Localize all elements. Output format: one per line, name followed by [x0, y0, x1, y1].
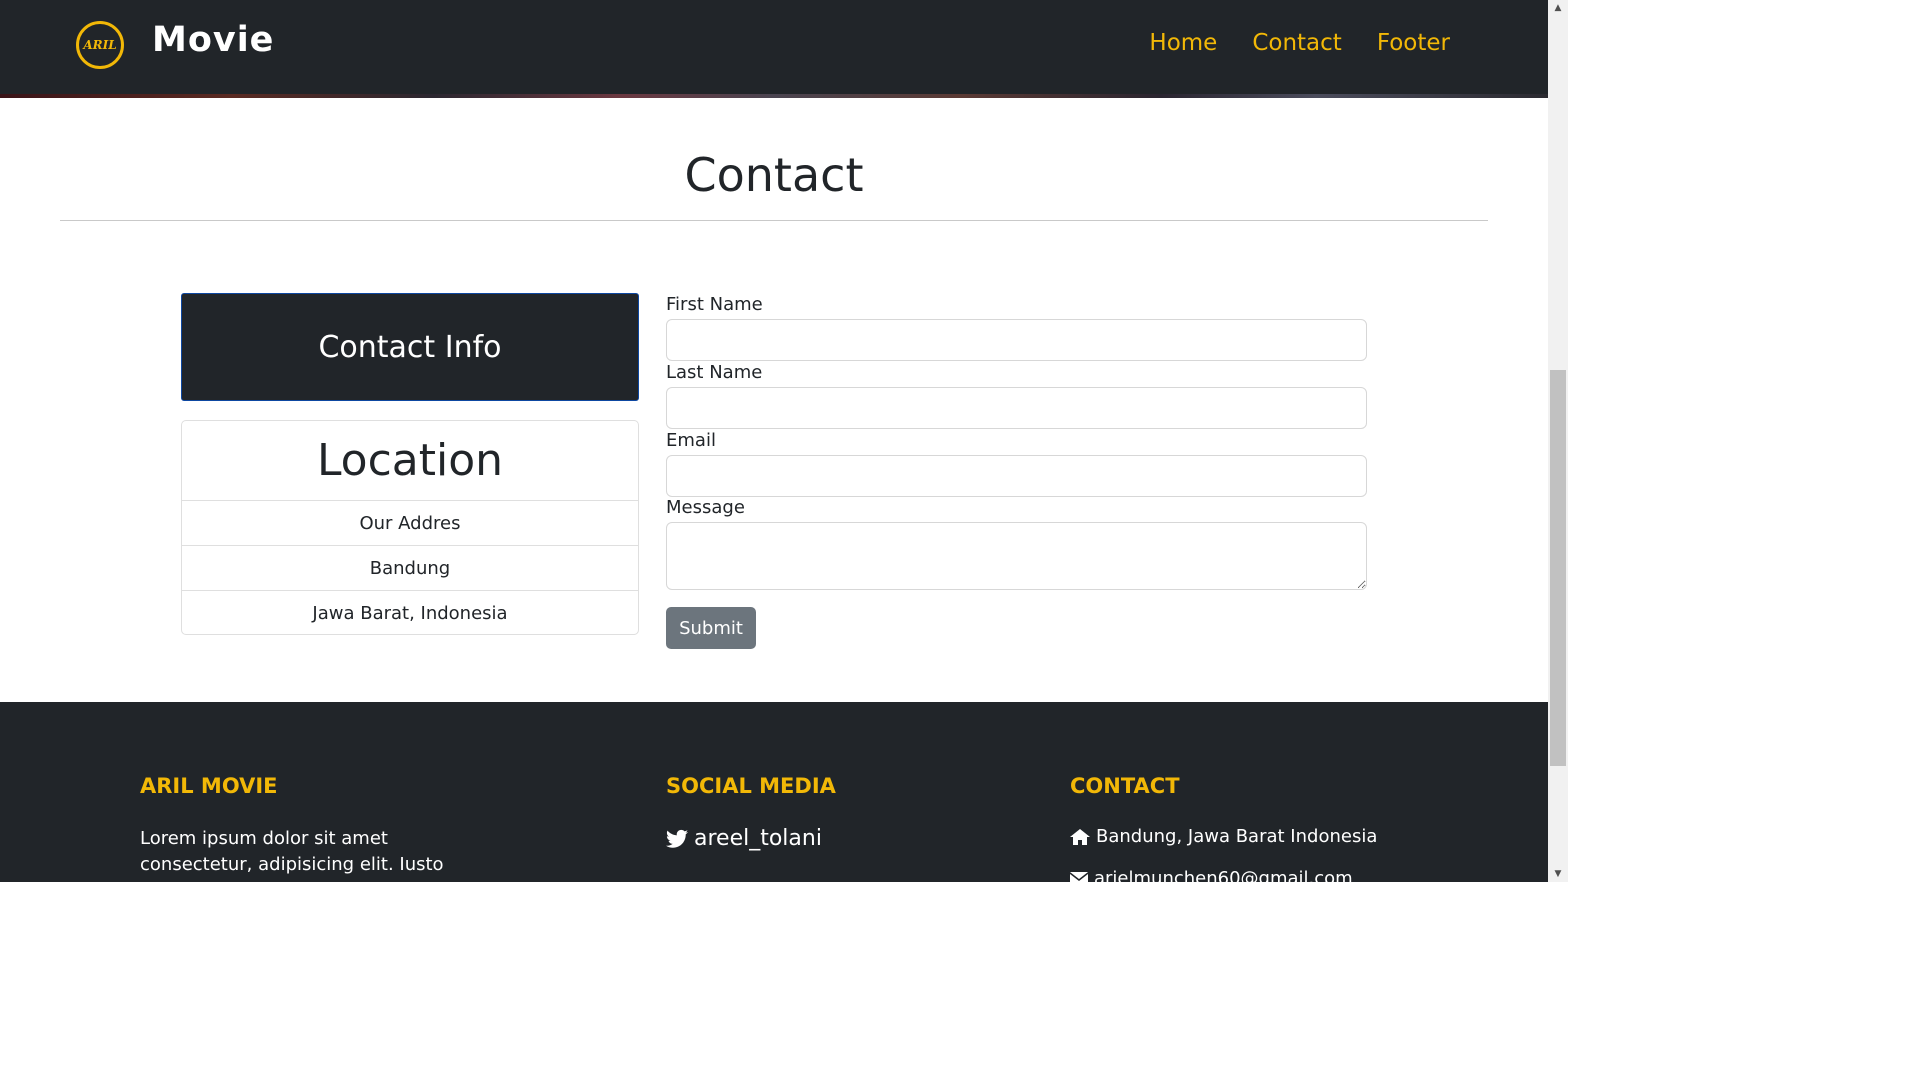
footer-address: Bandung, Jawa Barat Indonesia — [1070, 826, 1377, 847]
vertical-scrollbar[interactable]: ▲ ▼ — [1548, 0, 1568, 882]
title-divider — [60, 220, 1488, 221]
footer-email[interactable]: arielmunchen60@gmail.com — [1070, 868, 1353, 889]
location-item-city: Bandung — [182, 546, 638, 591]
footer-address-text: Bandung, Jawa Barat Indonesia — [1096, 826, 1378, 847]
footer-contact-heading: CONTACT — [1070, 774, 1180, 798]
footer-about-text: Lorem ipsum dolor sit amet consectetur, … — [140, 828, 444, 875]
first-name-input[interactable] — [666, 319, 1367, 361]
scroll-up-arrow-icon[interactable]: ▲ — [1548, 0, 1568, 16]
twitter-link[interactable]: areel_tolani — [666, 826, 822, 851]
brand-title[interactable]: Movie — [152, 20, 274, 60]
footer-social-heading: SOCIAL MEDIA — [666, 774, 836, 798]
nav-link-contact[interactable]: Contact — [1252, 30, 1341, 56]
page-title: Contact — [684, 148, 864, 202]
scrollbar-thumb[interactable] — [1550, 370, 1566, 766]
email-input[interactable] — [666, 455, 1367, 497]
hero-image-strip — [0, 94, 1548, 98]
location-item-region: Jawa Barat, Indonesia — [312, 603, 508, 624]
nav-link-footer[interactable]: Footer — [1377, 30, 1450, 56]
twitter-handle: areel_tolani — [694, 826, 822, 851]
footer-about-heading: ARIL MOVIE — [140, 774, 278, 798]
message-label: Message — [666, 497, 745, 518]
location-card: Location Our Addres Bandung Jawa Barat, … — [181, 420, 639, 635]
location-item-address-label: Our Addres — [182, 501, 638, 546]
email-label: Email — [666, 430, 716, 451]
submit-button[interactable]: Submit — [666, 607, 756, 649]
home-icon — [1070, 828, 1090, 845]
message-textarea[interactable] — [666, 522, 1367, 590]
logo-text: ARIL — [83, 38, 117, 52]
last-name-label: Last Name — [666, 362, 763, 383]
first-name-label: First Name — [666, 294, 763, 315]
scroll-down-arrow-icon[interactable]: ▼ — [1548, 866, 1568, 882]
navbar: ARIL Movie Home Contact Footer — [0, 0, 1548, 94]
last-name-input[interactable] — [666, 387, 1367, 429]
twitter-icon — [666, 829, 688, 848]
nav-link-home[interactable]: Home — [1149, 30, 1217, 56]
nav-links: Home Contact Footer — [1149, 30, 1450, 56]
contact-info-title: Contact Info — [318, 329, 502, 365]
footer: ARIL MOVIE Lorem ipsum dolor sit amet co… — [0, 702, 1548, 889]
footer-email-text: arielmunchen60@gmail.com — [1094, 868, 1353, 889]
envelope-icon — [1070, 871, 1088, 886]
contact-info-header: Contact Info — [181, 293, 639, 401]
logo[interactable]: ARIL — [76, 21, 124, 69]
location-title: Location — [182, 421, 638, 501]
